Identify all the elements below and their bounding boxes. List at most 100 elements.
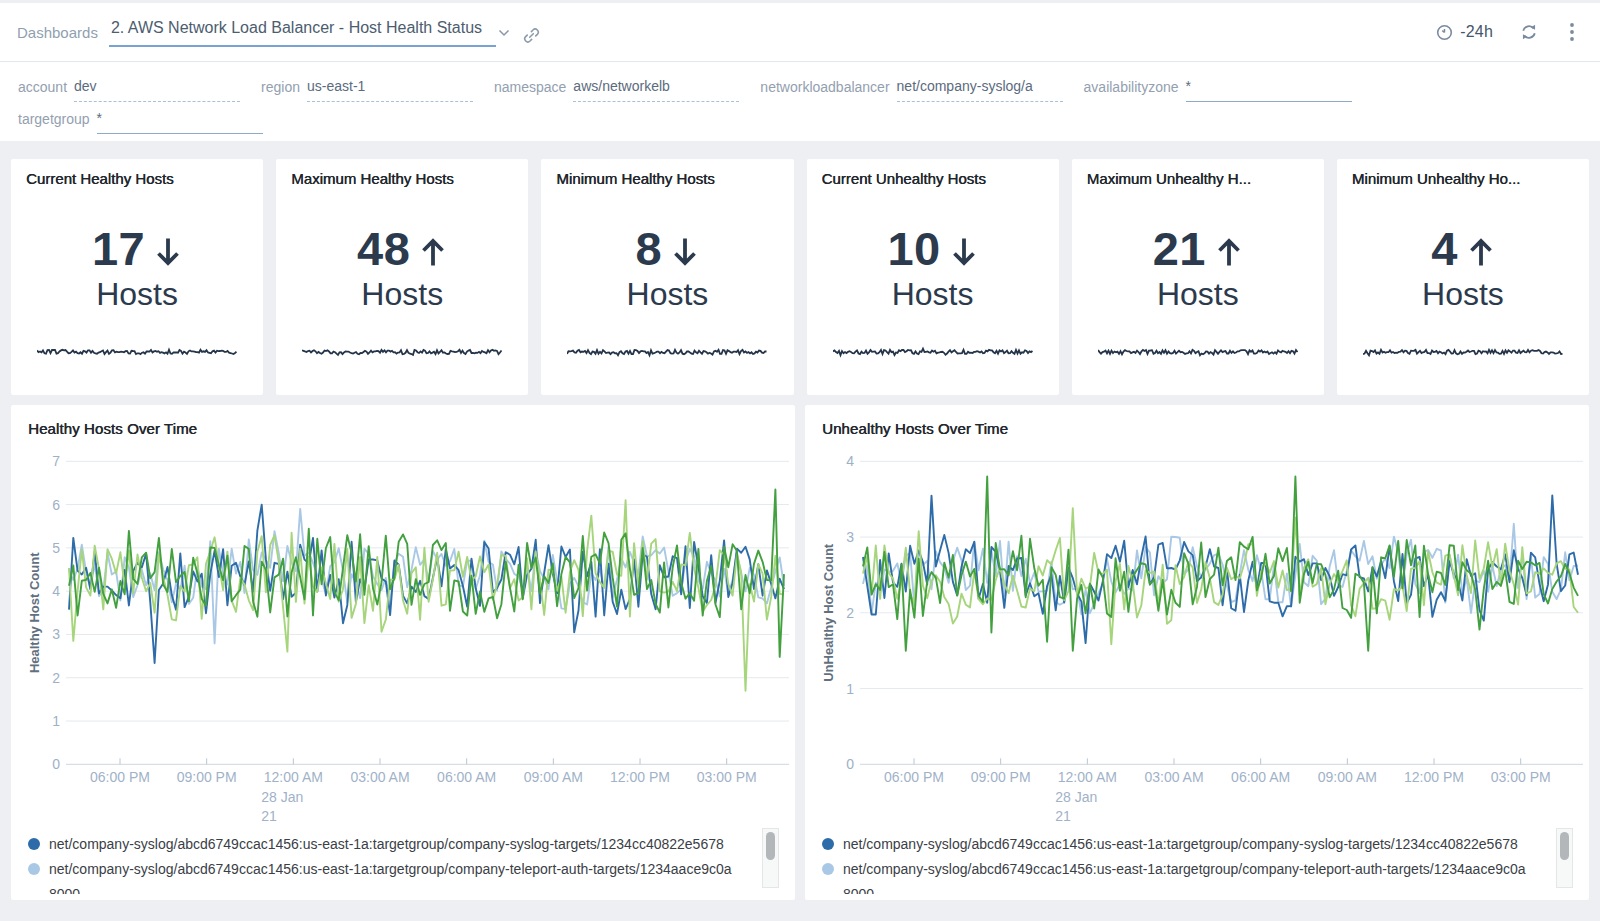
stat-card-unit: Hosts: [1072, 276, 1324, 313]
filter-networkloadbalancer-label: networkloadbalancer: [760, 79, 889, 102]
stat-card-title: Maximum Healthy Hosts: [291, 170, 518, 187]
refresh-icon[interactable]: [1520, 23, 1538, 41]
legend-item[interactable]: net/company-syslog/abcd6749ccac1456:us-e…: [822, 857, 1547, 894]
y-axis-label: UnHealthy Host Count: [821, 543, 836, 682]
stat-card-title: Minimum Unhealthy Ho...: [1352, 170, 1579, 187]
filter-availabilityzone-value[interactable]: *: [1186, 78, 1352, 102]
filter-availabilityzone: availabilityzone *: [1084, 78, 1352, 102]
stat-card-title: Minimum Healthy Hosts: [556, 170, 783, 187]
stat-card-value: 8: [541, 221, 793, 276]
x-tick-label: 03:00 PM: [1491, 769, 1551, 785]
y-tick-label: 7: [52, 453, 60, 469]
legend-label: net/company-syslog/abcd6749ccac1456:us-e…: [843, 836, 1518, 852]
y-axis-label: Healthy Host Count: [27, 552, 42, 673]
filter-account-value[interactable]: dev: [74, 78, 240, 102]
filter-namespace: namespace aws/networkelb: [494, 78, 739, 102]
sparkline-path: [567, 350, 767, 356]
chart-title: Healthy Hosts Over Time: [28, 420, 197, 437]
trend-up-arrow-icon: [1215, 236, 1243, 268]
x-tick-label: 06:00 AM: [437, 769, 496, 785]
sparkline-path: [1098, 350, 1298, 355]
x-date-label: 21: [1055, 808, 1071, 824]
sparkline-path: [37, 350, 237, 354]
sparkline-path: [833, 349, 1033, 356]
stat-card-value: 17: [11, 221, 263, 276]
stat-value-number: 21: [1153, 222, 1206, 275]
filter-availabilityzone-label: availabilityzone: [1084, 79, 1179, 102]
stat-card-value: 10: [807, 221, 1059, 276]
dashboard-title-dropdown[interactable]: 2. AWS Network Load Balancer - Host Heal…: [109, 17, 510, 47]
stat-card-4: Maximum Unhealthy H... 21Hosts: [1072, 159, 1324, 395]
x-date-label: 28 Jan: [261, 789, 303, 805]
stat-card-unit: Hosts: [276, 276, 528, 313]
y-tick-label: 3: [52, 626, 60, 642]
x-tick-label: 06:00 PM: [90, 769, 150, 785]
x-tick-label: 12:00 AM: [264, 769, 323, 785]
breadcrumb[interactable]: Dashboards: [17, 24, 98, 41]
filter-namespace-label: namespace: [494, 79, 566, 102]
legend-scrollbar[interactable]: [762, 828, 779, 888]
filter-targetgroup-label: targetgroup: [18, 111, 90, 134]
filter-region-label: region: [261, 79, 300, 102]
filter-networkloadbalancer: networkloadbalancer net/company-syslog/a: [760, 78, 1062, 102]
y-tick-label: 0: [52, 756, 60, 772]
stat-value-number: 17: [92, 222, 145, 275]
legend-dot-lightblue: [28, 863, 40, 875]
filter-namespace-value[interactable]: aws/networkelb: [573, 78, 739, 102]
stat-cards-row: Current Healthy Hosts17Hosts Maximum Heal…: [11, 159, 1589, 395]
x-tick-label: 12:00 AM: [1058, 769, 1117, 785]
filter-targetgroup-value[interactable]: *: [97, 110, 263, 134]
stat-value-number: 48: [357, 222, 410, 275]
legend-dot-blue: [28, 838, 40, 850]
dashboard-title[interactable]: 2. AWS Network Load Balancer - Host Heal…: [109, 17, 496, 47]
x-tick-label: 03:00 AM: [1144, 769, 1203, 785]
stat-card-value: 21: [1072, 221, 1324, 276]
time-range-label[interactable]: -24h: [1460, 23, 1493, 41]
legend-scrollbar-thumb[interactable]: [766, 832, 775, 860]
stat-card-unit: Hosts: [807, 276, 1059, 313]
filter-networkloadbalancer-value[interactable]: net/company-syslog/a: [897, 78, 1063, 102]
y-tick-label: 4: [52, 583, 60, 599]
charts-row: Healthy Hosts Over Time 0123456706:00 PM…: [11, 405, 1589, 900]
x-date-label: 28 Jan: [1055, 789, 1097, 805]
link-icon[interactable]: [523, 27, 540, 44]
x-tick-label: 09:00 PM: [971, 769, 1031, 785]
x-date-label: 21: [261, 808, 277, 824]
stat-sparkline: [1098, 341, 1298, 363]
series-line-3: [863, 477, 1578, 651]
trend-up-arrow-icon: [1467, 236, 1495, 268]
legend-dot-blue: [822, 838, 834, 850]
stat-card-0: Current Healthy Hosts17Hosts: [11, 159, 263, 395]
legend-scrollbar-thumb[interactable]: [1560, 832, 1569, 860]
x-tick-label: 09:00 PM: [177, 769, 237, 785]
legend-scrollbar[interactable]: [1556, 828, 1573, 888]
clock-icon[interactable]: [1436, 24, 1453, 41]
legend-item[interactable]: net/company-syslog/abcd6749ccac1456:us-e…: [28, 857, 753, 894]
stat-sparkline: [302, 341, 502, 363]
y-tick-label: 1: [52, 713, 60, 729]
stat-card-unit: Hosts: [1337, 276, 1589, 313]
kebab-menu-icon[interactable]: [1569, 22, 1575, 42]
stat-card-title: Maximum Unhealthy H...: [1087, 170, 1314, 187]
stat-value-number: 8: [636, 222, 663, 275]
legend-label: net/company-syslog/abcd6749ccac1456:us-e…: [49, 861, 732, 894]
stat-card-2: Minimum Healthy Hosts8Hosts: [541, 159, 793, 395]
legend-label: net/company-syslog/abcd6749ccac1456:us-e…: [843, 861, 1526, 894]
legend-label: net/company-syslog/abcd6749ccac1456:us-e…: [49, 836, 724, 852]
x-tick-label: 12:00 PM: [1404, 769, 1464, 785]
x-tick-label: 09:00 AM: [524, 769, 583, 785]
stat-sparkline: [833, 341, 1033, 363]
stat-card-title: Current Unhealthy Hosts: [822, 170, 1049, 187]
stat-sparkline: [37, 341, 237, 363]
stat-card-value: 48: [276, 221, 528, 276]
filter-account: account dev: [18, 78, 240, 102]
y-tick-label: 0: [846, 756, 854, 772]
filter-region-value[interactable]: us-east-1: [307, 78, 473, 102]
legend-item[interactable]: net/company-syslog/abcd6749ccac1456:us-e…: [28, 832, 753, 857]
legend-dot-lightblue: [822, 863, 834, 875]
filter-region: region us-east-1: [261, 78, 473, 102]
top-navigation-bar: Dashboards 2. AWS Network Load Balancer …: [0, 3, 1600, 62]
legend-item[interactable]: net/company-syslog/abcd6749ccac1456:us-e…: [822, 832, 1547, 857]
chart-title: Unhealthy Hosts Over Time: [822, 420, 1008, 437]
filter-account-label: account: [18, 79, 67, 102]
